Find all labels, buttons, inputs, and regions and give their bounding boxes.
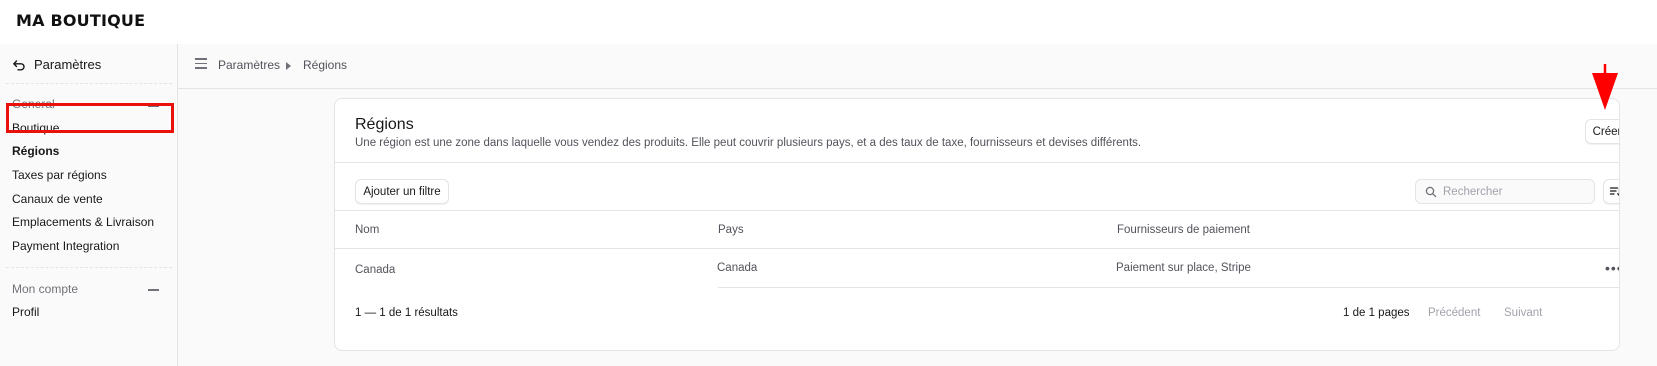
menu-icon[interactable] xyxy=(195,58,207,69)
divider xyxy=(335,162,1619,163)
regions-card: Régions Une région est une zone dans laq… xyxy=(334,98,1620,351)
cell-name: Canada xyxy=(355,264,396,276)
back-label: Paramètres xyxy=(34,57,102,72)
header-divider xyxy=(335,248,1619,249)
search-input[interactable] xyxy=(1443,185,1583,198)
collapse-account-icon[interactable] xyxy=(148,289,159,291)
divider xyxy=(335,210,1619,211)
sidebar-item-sales-channels[interactable]: Canaux de vente xyxy=(12,192,103,206)
sidebar-item-profile[interactable]: Profil xyxy=(12,305,39,319)
chevron-right-icon xyxy=(286,62,291,70)
red-arrow-indicator xyxy=(1592,64,1618,110)
sidebar-divider xyxy=(6,267,172,268)
highlight-box xyxy=(6,103,174,133)
column-header-payment-providers[interactable]: Fournisseurs de paiement xyxy=(1117,224,1250,236)
cell-country: Canada xyxy=(717,262,758,274)
more-actions-icon[interactable]: ••• xyxy=(1605,260,1619,276)
back-to-settings-link[interactable]: Paramètres xyxy=(12,57,101,72)
sidebar-divider xyxy=(6,83,172,84)
undo-arrow-icon xyxy=(13,59,25,70)
add-filter-button[interactable]: Ajouter un filtre xyxy=(355,179,449,204)
breadcrumb-item-settings[interactable]: Paramètres xyxy=(218,58,280,72)
create-region-button[interactable]: Créer xyxy=(1585,119,1619,144)
top-bar: MA BOUTIQUE xyxy=(0,0,1657,44)
breadcrumb: Paramètres Régions xyxy=(178,44,1657,89)
column-header-name[interactable]: Nom xyxy=(355,224,379,236)
sidebar-item-taxes[interactable]: Taxes par régions xyxy=(12,168,107,182)
section-title-account: Mon compte xyxy=(12,282,79,296)
sort-icon xyxy=(1609,187,1619,196)
sidebar-item-payment-integration[interactable]: Payment Integration xyxy=(12,239,119,253)
next-page-button[interactable]: Suivant xyxy=(1504,307,1542,319)
breadcrumb-item-regions[interactable]: Régions xyxy=(303,58,347,72)
cell-payment-providers: Paiement sur place, Stripe xyxy=(1116,262,1251,274)
column-header-country[interactable]: Pays xyxy=(718,224,744,236)
sort-button[interactable] xyxy=(1603,179,1619,204)
sidebar-item-regions[interactable]: Régions xyxy=(12,144,59,158)
page-count: 1 de 1 pages xyxy=(1343,307,1410,319)
previous-page-button[interactable]: Précédent xyxy=(1428,307,1480,319)
sidebar-item-locations-shipping[interactable]: Emplacements & Livraison xyxy=(12,215,154,229)
row-divider xyxy=(718,287,1619,288)
results-count: 1 — 1 de 1 résultats xyxy=(355,307,458,319)
search-icon xyxy=(1425,186,1437,197)
page-description: Une région est une zone dans laquelle vo… xyxy=(355,137,1142,149)
store-name: MA BOUTIQUE xyxy=(16,11,146,30)
settings-sidebar: Paramètres General Boutique Régions Taxe… xyxy=(0,44,178,366)
page-title: Régions xyxy=(355,116,414,133)
search-box xyxy=(1415,179,1595,204)
